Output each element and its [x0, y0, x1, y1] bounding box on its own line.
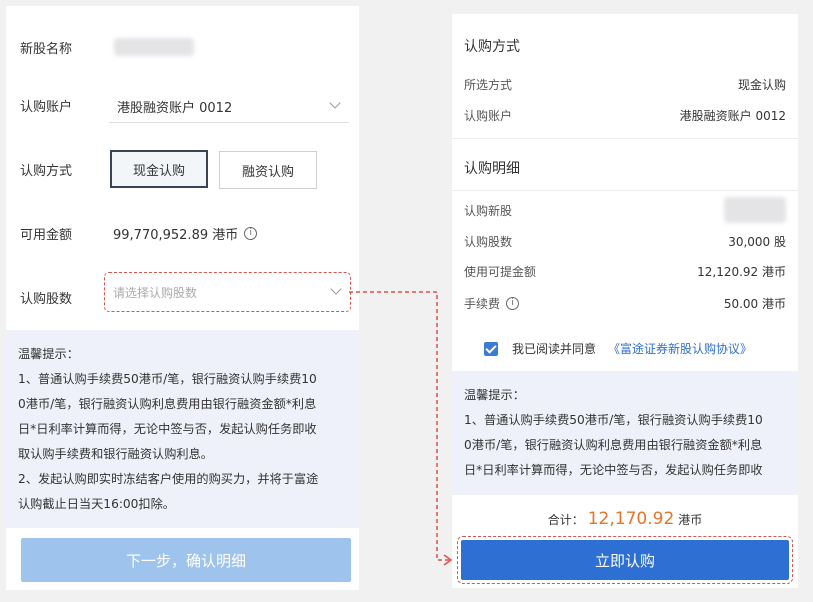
new-stock-label: 认购新股 — [464, 203, 513, 218]
tips-line: 日*日利率计算而得，无论中签与否，发起认购任务即收 — [464, 463, 763, 477]
right-shares-value: 30,000 股 — [728, 234, 786, 249]
fee-row: 手续费 i 50.00 港币 — [464, 292, 786, 314]
selected-method-row: 所选方式 现金认购 — [464, 73, 786, 95]
total-label: 合计： — [547, 512, 584, 527]
checkbox-checked-icon[interactable] — [484, 341, 498, 356]
agreement-link[interactable]: 《富途证券新股认购协议》 — [608, 340, 752, 357]
divider — [452, 138, 798, 139]
withdrawable-value: 12,120.92 港币 — [697, 264, 786, 279]
total-unit: 港币 — [678, 512, 703, 527]
tips-title: 温馨提示： — [464, 388, 525, 402]
selected-method-label: 所选方式 — [464, 77, 513, 92]
right-shares-label: 认购股数 — [464, 234, 513, 249]
withdrawable-label: 使用可提金额 — [464, 264, 537, 279]
withdrawable-row: 使用可提金额 12,120.92 港币 — [464, 260, 786, 282]
divider — [452, 190, 798, 191]
fee-label-group: 手续费 i — [464, 295, 520, 312]
total-value: 12,170.92 — [587, 509, 675, 529]
detail-section-title: 认购明细 — [464, 161, 520, 177]
submit-button-highlight: 立即认购 — [457, 536, 793, 584]
agree-text: 我已阅读并同意 — [512, 342, 597, 356]
right-account-value: 港股融资账户 0012 — [679, 108, 786, 123]
total-row: 合计： 12,170.92 港币 — [452, 506, 798, 532]
fee-value: 50.00 港币 — [723, 296, 786, 311]
right-account-row: 认购账户 港股融资账户 0012 — [464, 104, 786, 126]
new-stock-redacted — [724, 197, 786, 223]
method-section-title: 认购方式 — [464, 39, 520, 55]
new-stock-row: 认购新股 — [464, 197, 786, 223]
selected-method-value: 现金认购 — [737, 77, 786, 92]
info-icon[interactable]: i — [506, 296, 520, 310]
confirm-panel: 认购方式 所选方式 现金认购 认购账户 港股融资账户 0012 认购明细 认购新… — [452, 14, 798, 588]
right-shares-row: 认购股数 30,000 股 — [464, 230, 786, 252]
tips-line: 0港币/笔，银行融资认购利息费用由银行融资金额*利息 — [464, 438, 763, 452]
tips-line: 1、普通认购手续费50港币/笔，银行融资认购手续费10 — [464, 413, 763, 427]
right-account-label: 认购账户 — [464, 108, 513, 123]
fee-label: 手续费 — [464, 296, 501, 311]
agreement-row: 我已阅读并同意 《富途证券新股认购协议》 — [484, 340, 752, 357]
submit-button[interactable]: 立即认购 — [461, 540, 789, 580]
right-tips-box: 温馨提示： 1、普通认购手续费50港币/笔，银行融资认购手续费10 0港币/笔，… — [452, 371, 798, 495]
